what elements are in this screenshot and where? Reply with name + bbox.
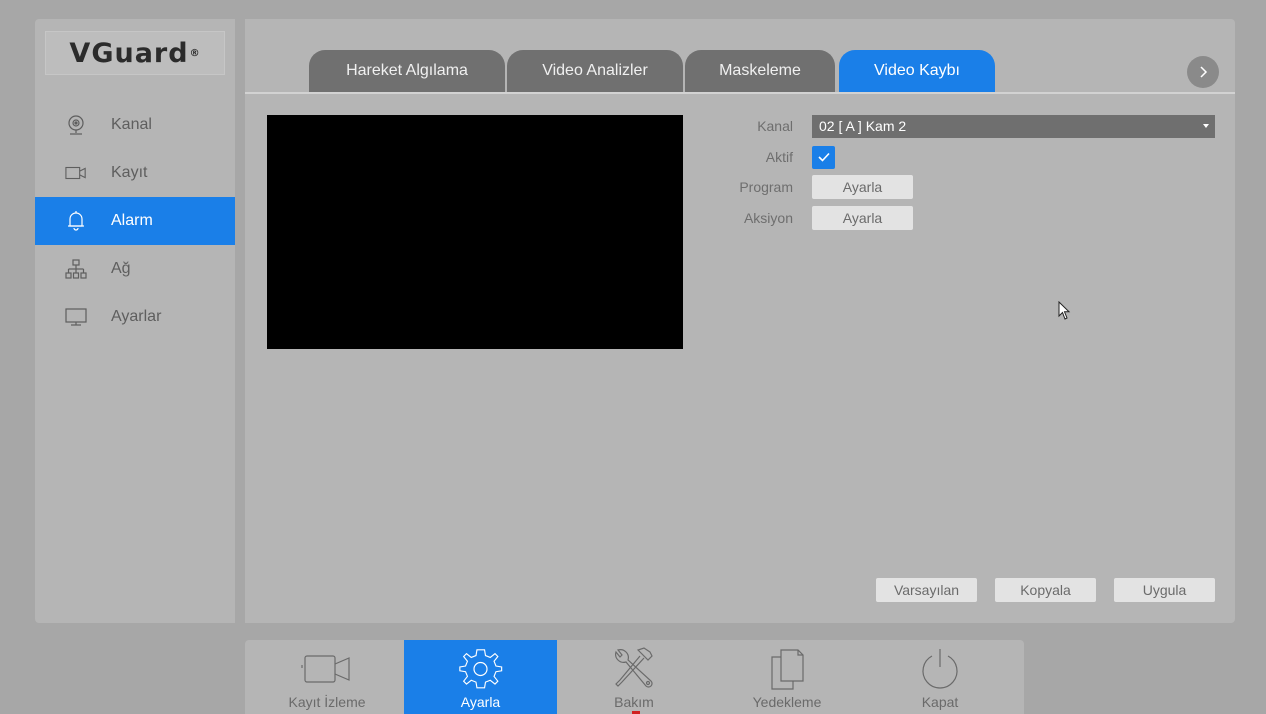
kanal-value: 02 [ A ] Kam 2 xyxy=(819,118,907,134)
tab-bar: Hareket Algılama Video Analizler Maskele… xyxy=(245,19,1235,94)
mouse-pointer-icon xyxy=(1058,301,1071,320)
default-button[interactable]: Varsayılan xyxy=(876,578,977,602)
tools-icon xyxy=(610,640,658,692)
bottom-item-kayit-izleme[interactable]: Kayıt İzleme xyxy=(251,640,403,714)
network-icon xyxy=(65,258,87,280)
sidebar-nav: Kanal Kayıt Alarm Ağ Ayarlar xyxy=(35,101,235,341)
sidebar-item-label: Alarm xyxy=(111,212,153,229)
tab-video-kaybi[interactable]: Video Kaybı xyxy=(839,50,995,92)
main-panel: Hareket Algılama Video Analizler Maskele… xyxy=(245,19,1235,623)
bottom-toolbar: Kayıt İzleme Ayarla Bakım Yedekleme Kapa… xyxy=(245,640,1024,714)
webcam-icon xyxy=(65,114,87,136)
copy-button[interactable]: Kopyala xyxy=(995,578,1096,602)
aktif-checkbox[interactable] xyxy=(812,145,835,169)
video-camera-icon xyxy=(299,640,355,692)
sidebar-item-label: Ayarlar xyxy=(111,308,162,325)
tab-hareket-algilama[interactable]: Hareket Algılama xyxy=(309,50,505,92)
tab-label: Video Kaybı xyxy=(874,62,960,79)
sidebar-item-kanal[interactable]: Kanal xyxy=(35,101,235,149)
copy-files-icon xyxy=(765,640,809,692)
bottom-item-kapat[interactable]: Kapat xyxy=(864,640,1016,714)
bell-icon xyxy=(65,210,87,232)
sidebar-item-label: Kanal xyxy=(111,116,152,133)
bottom-item-label: Kayıt İzleme xyxy=(288,694,366,710)
sidebar-item-kayit[interactable]: Kayıt xyxy=(35,149,235,197)
kanal-row: Kanal 02 [ A ] Kam 2 xyxy=(715,114,1215,138)
sidebar-item-ayarlar[interactable]: Ayarlar xyxy=(35,293,235,341)
program-label: Program xyxy=(739,179,793,195)
aksiyon-label: Aksiyon xyxy=(743,210,793,226)
sidebar: VGuard ® Kanal Kayıt Alarm Ağ Ayarlar xyxy=(35,19,235,623)
sidebar-item-ag[interactable]: Ağ xyxy=(35,245,235,293)
registered-mark: ® xyxy=(189,47,201,59)
tab-label: Maskeleme xyxy=(719,62,801,79)
kanal-select[interactable]: 02 [ A ] Kam 2 xyxy=(812,114,1215,138)
aksiyon-ayarla-button[interactable]: Ayarla xyxy=(812,206,913,230)
monitor-icon xyxy=(65,306,87,328)
program-row: Program Ayarla xyxy=(715,175,913,199)
video-preview xyxy=(267,115,683,349)
tab-maskeleme[interactable]: Maskeleme xyxy=(685,50,835,92)
chevron-right-icon xyxy=(1200,66,1208,78)
tab-video-analizler[interactable]: Video Analizler xyxy=(507,50,683,92)
program-ayarla-button[interactable]: Ayarla xyxy=(812,175,913,199)
aksiyon-row: Aksiyon Ayarla xyxy=(715,206,913,230)
aktif-label: Aktif xyxy=(765,149,793,165)
bottom-item-label: Ayarla xyxy=(460,694,501,710)
apply-button[interactable]: Uygula xyxy=(1114,578,1215,602)
bottom-item-bakim[interactable]: Bakım xyxy=(558,640,710,714)
brand-logo: VGuard ® xyxy=(45,31,225,75)
check-icon xyxy=(817,152,830,162)
kanal-label: Kanal xyxy=(757,118,793,134)
tab-next-button[interactable] xyxy=(1187,56,1219,88)
bottom-item-ayarla[interactable]: Ayarla xyxy=(404,640,557,714)
video-camera-icon xyxy=(65,162,87,184)
sidebar-item-alarm[interactable]: Alarm xyxy=(35,197,235,245)
bottom-item-label: Kapat xyxy=(921,694,959,710)
tab-label: Video Analizler xyxy=(542,62,648,79)
sidebar-item-label: Ağ xyxy=(111,260,131,277)
bottom-item-yedekleme[interactable]: Yedekleme xyxy=(711,640,863,714)
gear-icon xyxy=(457,640,505,692)
tab-label: Hareket Algılama xyxy=(346,62,468,79)
bottom-item-label: Bakım xyxy=(614,694,654,710)
power-icon xyxy=(918,640,962,692)
sidebar-item-label: Kayıt xyxy=(111,164,148,181)
bottom-item-label: Yedekleme xyxy=(752,694,822,710)
aktif-row: Aktif xyxy=(715,145,835,169)
logo-text: VGuard xyxy=(69,37,189,69)
chevron-down-icon xyxy=(1203,124,1209,128)
